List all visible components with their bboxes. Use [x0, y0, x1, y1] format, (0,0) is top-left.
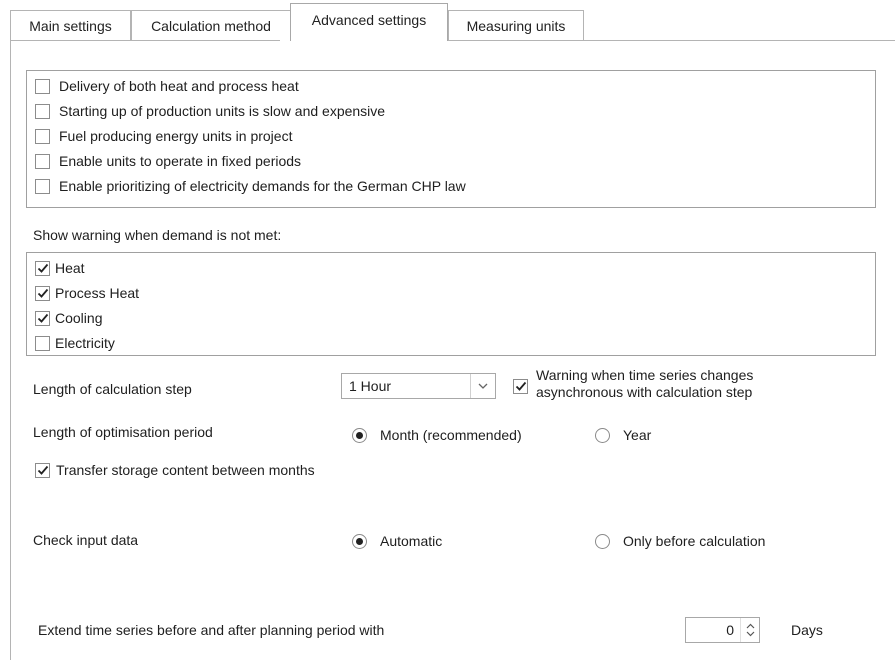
option-fixed-periods[interactable]: Enable units to operate in fixed periods: [35, 150, 301, 172]
tab-bar: Main settings Calculation method Advance…: [10, 0, 895, 41]
checkbox[interactable]: [35, 128, 50, 144]
calc-step-value: 1 Hour: [349, 378, 392, 394]
tab-measuring-units[interactable]: Measuring units: [448, 10, 584, 40]
warning-async-line2: asynchronous with calculation step: [536, 384, 753, 400]
warning-async-option[interactable]: [513, 375, 535, 397]
option-label: Starting up of production units is slow …: [59, 103, 386, 119]
warning-async-line1: Warning when time series changes: [536, 367, 754, 383]
checkbox[interactable]: [35, 260, 50, 276]
tab-calculation-method[interactable]: Calculation method: [131, 10, 291, 40]
option-label: Enable prioritizing of electricity deman…: [59, 178, 466, 194]
option-label: Enable units to operate in fixed periods: [59, 153, 302, 169]
tab-label: Advanced settings: [311, 11, 427, 28]
radio-label: Only before calculation: [623, 533, 766, 549]
option-startup-slow[interactable]: Starting up of production units is slow …: [35, 100, 385, 122]
radio-only-before[interactable]: Only before calculation: [595, 530, 765, 552]
stepper-arrows[interactable]: [740, 618, 759, 642]
warning-section-title: Show warning when demand is not met:: [33, 227, 282, 243]
checkbox[interactable]: [35, 103, 50, 119]
option-delivery-heat[interactable]: Delivery of both heat and process heat: [35, 75, 299, 97]
extend-days-value: 0: [726, 622, 734, 638]
transfer-storage-label: Transfer storage content between months: [56, 462, 315, 478]
checkbox[interactable]: [35, 462, 50, 478]
radio-button[interactable]: [352, 533, 367, 549]
radio-label: Month (recommended): [380, 427, 522, 443]
option-label: Fuel producing energy units in project: [59, 128, 293, 144]
optimisation-label: Length of optimisation period: [33, 424, 213, 440]
option-german-chp[interactable]: Enable prioritizing of electricity deman…: [35, 175, 466, 197]
checkbox[interactable]: [35, 285, 50, 301]
radio-label: Year: [623, 427, 652, 443]
tab-label: Calculation method: [151, 17, 271, 34]
radio-automatic[interactable]: Automatic: [352, 530, 442, 552]
checkbox[interactable]: [35, 335, 50, 351]
checkbox[interactable]: [35, 78, 50, 94]
warning-heat[interactable]: Heat: [35, 257, 85, 279]
checkbox[interactable]: [513, 378, 528, 394]
tab-advanced-settings[interactable]: Advanced settings: [290, 3, 448, 41]
checkbox[interactable]: [35, 310, 50, 326]
chevron-up-icon: [746, 623, 754, 629]
warning-electricity[interactable]: Electricity: [35, 332, 115, 354]
extend-label: Extend time series before and after plan…: [38, 622, 385, 638]
extend-unit: Days: [791, 622, 823, 638]
radio-button[interactable]: [595, 533, 610, 549]
warning-label: Heat: [55, 260, 85, 276]
check-input-label: Check input data: [33, 532, 139, 548]
chevron-down-icon: [746, 631, 754, 637]
radio-button[interactable]: [352, 427, 367, 443]
radio-year[interactable]: Year: [595, 424, 651, 446]
option-fuel-producing[interactable]: Fuel producing energy units in project: [35, 125, 292, 147]
transfer-storage-option[interactable]: Transfer storage content between months: [35, 459, 315, 481]
radio-label: Automatic: [380, 533, 443, 549]
warning-process-heat[interactable]: Process Heat: [35, 282, 139, 304]
checkbox[interactable]: [35, 178, 50, 194]
warning-label: Electricity: [55, 335, 115, 351]
warning-async-label: Warning when time series changes asynchr…: [536, 367, 753, 401]
chevron-down-icon[interactable]: [470, 374, 495, 398]
tab-label: Main settings: [29, 17, 112, 34]
radio-button[interactable]: [595, 427, 610, 443]
calc-step-select[interactable]: 1 Hour: [341, 373, 496, 399]
calc-step-label: Length of calculation step: [33, 381, 192, 397]
tab-label: Measuring units: [466, 17, 566, 34]
tab-main-settings[interactable]: Main settings: [10, 10, 131, 40]
warning-group: [26, 252, 876, 356]
warning-label: Cooling: [55, 310, 103, 326]
warning-label: Process Heat: [55, 285, 140, 301]
checkbox[interactable]: [35, 153, 50, 169]
extend-days-stepper[interactable]: 0: [685, 617, 760, 643]
option-label: Delivery of both heat and process heat: [59, 78, 299, 94]
radio-month[interactable]: Month (recommended): [352, 424, 522, 446]
warning-cooling[interactable]: Cooling: [35, 307, 102, 329]
